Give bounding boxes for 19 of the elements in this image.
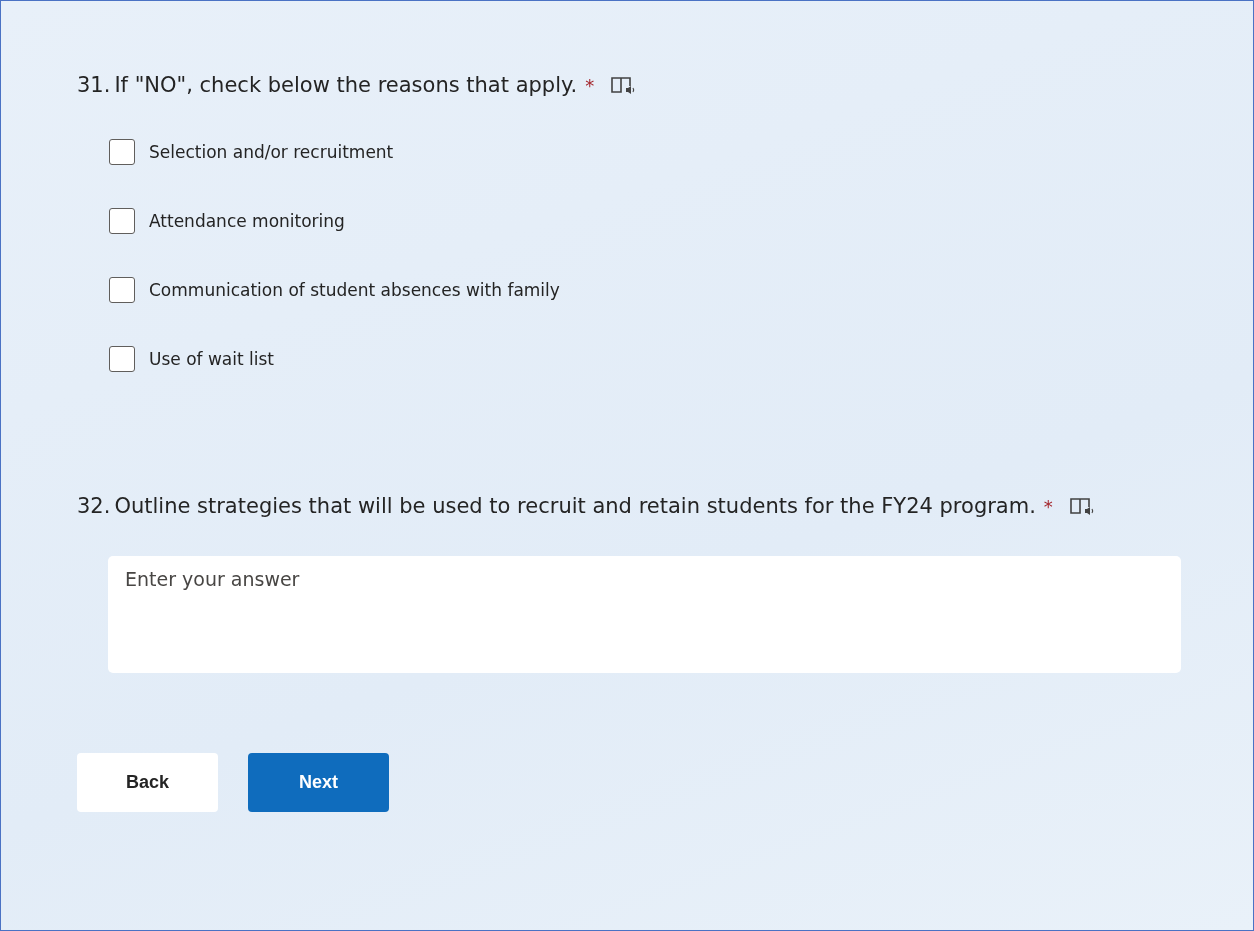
option-label[interactable]: Use of wait list	[149, 349, 275, 369]
question-number: 32.	[77, 494, 111, 518]
immersive-reader-icon[interactable]	[610, 75, 637, 95]
checkbox[interactable]	[109, 208, 135, 234]
checkbox[interactable]	[109, 346, 135, 372]
checkbox[interactable]	[109, 277, 135, 303]
question-number: 31.	[77, 73, 111, 97]
option-label[interactable]: Attendance monitoring	[149, 211, 345, 231]
immersive-reader-icon[interactable]	[1068, 496, 1095, 516]
next-button[interactable]: Next	[248, 753, 389, 812]
required-mark: *	[585, 74, 595, 96]
option-label[interactable]: Communication of student absences with family	[149, 280, 560, 300]
answer-field[interactable]: Enter your answer	[108, 556, 1181, 673]
option-label[interactable]: Selection and/or recruitment	[149, 142, 394, 162]
question-text: If "NO", check below the reasons that apply.	[114, 73, 578, 97]
required-mark: *	[1043, 495, 1053, 517]
question-text: Outline strategies that will be used to recruit and retain students for the FY24 program.	[114, 494, 1036, 518]
checkbox[interactable]	[109, 139, 135, 165]
back-button[interactable]: Back	[77, 753, 218, 812]
